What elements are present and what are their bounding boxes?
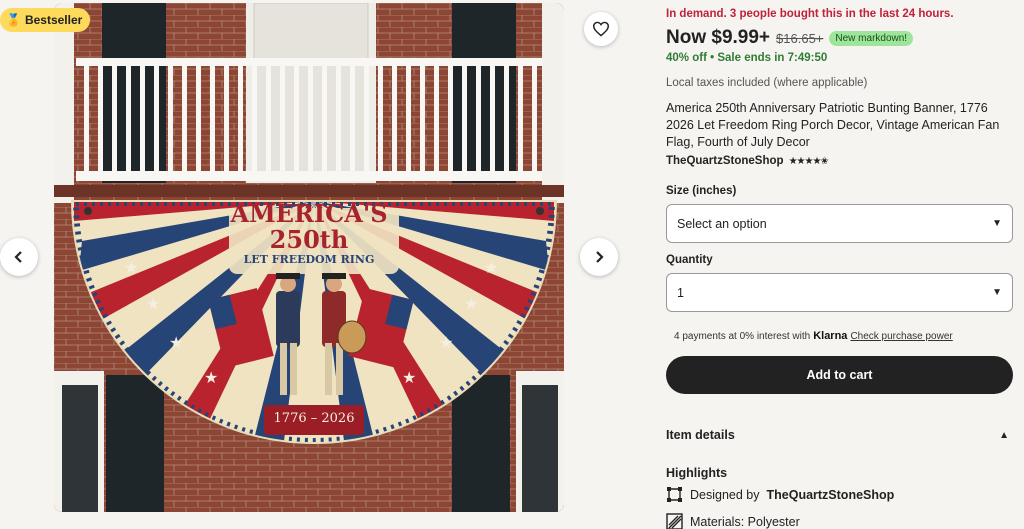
chevron-up-icon: ▲: [999, 429, 1009, 441]
klarna-logo: Klarna: [813, 330, 848, 342]
quantity-select-value: 1: [677, 285, 684, 300]
previous-image-button[interactable]: [0, 238, 38, 276]
size-select[interactable]: Select an option ▼: [666, 204, 1013, 243]
materials-row: Materials: Polyester: [666, 513, 800, 529]
designed-by-shop[interactable]: TheQuartzStoneShop: [767, 488, 895, 502]
shop-name-link[interactable]: TheQuartzStoneShop: [666, 155, 784, 167]
add-to-cart-button[interactable]: Add to cart: [666, 356, 1013, 394]
highlights-title: Highlights: [666, 466, 728, 480]
klarna-text: 4 payments at 0% interest with: [674, 330, 811, 342]
quantity-label: Quantity: [666, 254, 713, 266]
demand-notice: In demand. 3 people bought this in the l…: [666, 8, 954, 20]
materials-icon: [666, 513, 683, 529]
bestseller-badge: 🏅 Bestseller: [0, 8, 91, 32]
markdown-badge: New markdown!: [829, 30, 914, 46]
svg-text:★: ★: [146, 294, 160, 313]
next-image-button[interactable]: [580, 238, 618, 276]
svg-text:★: ★: [402, 368, 416, 387]
check-purchase-power-link[interactable]: Check purchase power: [850, 331, 952, 342]
klarna-row: 4 payments at 0% interest with Klarna Ch…: [674, 330, 953, 342]
designed-by-prefix: Designed by: [690, 487, 760, 502]
price-row: Now $9.99+ $16.65+ New markdown!: [666, 27, 914, 49]
designer-icon: [667, 487, 682, 502]
banner-number: 250th: [269, 225, 349, 254]
banner-heading: AMERICA'S: [230, 199, 388, 228]
caret-down-icon: ▼: [992, 218, 1002, 229]
materials-text: Materials: Polyester: [690, 514, 800, 529]
heart-icon: [592, 21, 610, 37]
bestseller-label: Bestseller: [24, 13, 83, 27]
shop-info: TheQuartzStoneShop ★★★★✬: [666, 155, 829, 167]
listing-page: ★ ★ ★ ★ ★ ★ ★ ★ AMERICA'S 250th LET FREE…: [0, 0, 1024, 529]
size-select-value: Select an option: [677, 216, 767, 231]
chevron-left-icon: [14, 251, 22, 263]
item-details-title: Item details: [666, 428, 735, 442]
original-price: $16.65+: [776, 30, 824, 46]
discount-text: 40% off: [666, 52, 707, 64]
svg-text:★: ★: [204, 368, 218, 387]
svg-text:★: ★: [484, 258, 498, 277]
caret-down-icon: ▼: [992, 287, 1002, 298]
quantity-select[interactable]: 1 ▼: [666, 273, 1013, 312]
banner-years: 1776 – 2026: [273, 411, 355, 426]
item-details-toggle[interactable]: Item details ▲: [666, 428, 1013, 442]
current-price: Now $9.99+: [666, 27, 771, 48]
designed-by-row: Designed by TheQuartzStoneShop: [666, 486, 894, 503]
favorite-button[interactable]: [584, 12, 618, 46]
rating-stars: ★★★★✬: [788, 155, 829, 167]
svg-text:★: ★: [169, 333, 183, 352]
svg-text:★: ★: [464, 294, 478, 313]
sale-countdown: Sale ends in 7:49:50: [717, 52, 828, 64]
chevron-right-icon: [596, 251, 604, 263]
size-label: Size (inches): [666, 185, 737, 197]
taxes-note: Local taxes included (where applicable): [666, 77, 868, 89]
svg-text:★: ★: [124, 258, 138, 277]
svg-text:★: ★: [439, 333, 453, 352]
banner-slogan: LET FREEDOM RING: [243, 253, 375, 266]
banner-text: AMERICA'S 250th LET FREEDOM RING: [214, 199, 404, 267]
sale-info: 40% off • Sale ends in 7:49:50: [666, 52, 827, 64]
product-image[interactable]: ★ ★ ★ ★ ★ ★ ★ ★ AMERICA'S 250th LET FREE…: [54, 3, 564, 512]
product-title: America 250th Anniversary Patriotic Bunt…: [666, 101, 1000, 149]
medal-icon: 🏅: [6, 13, 21, 27]
